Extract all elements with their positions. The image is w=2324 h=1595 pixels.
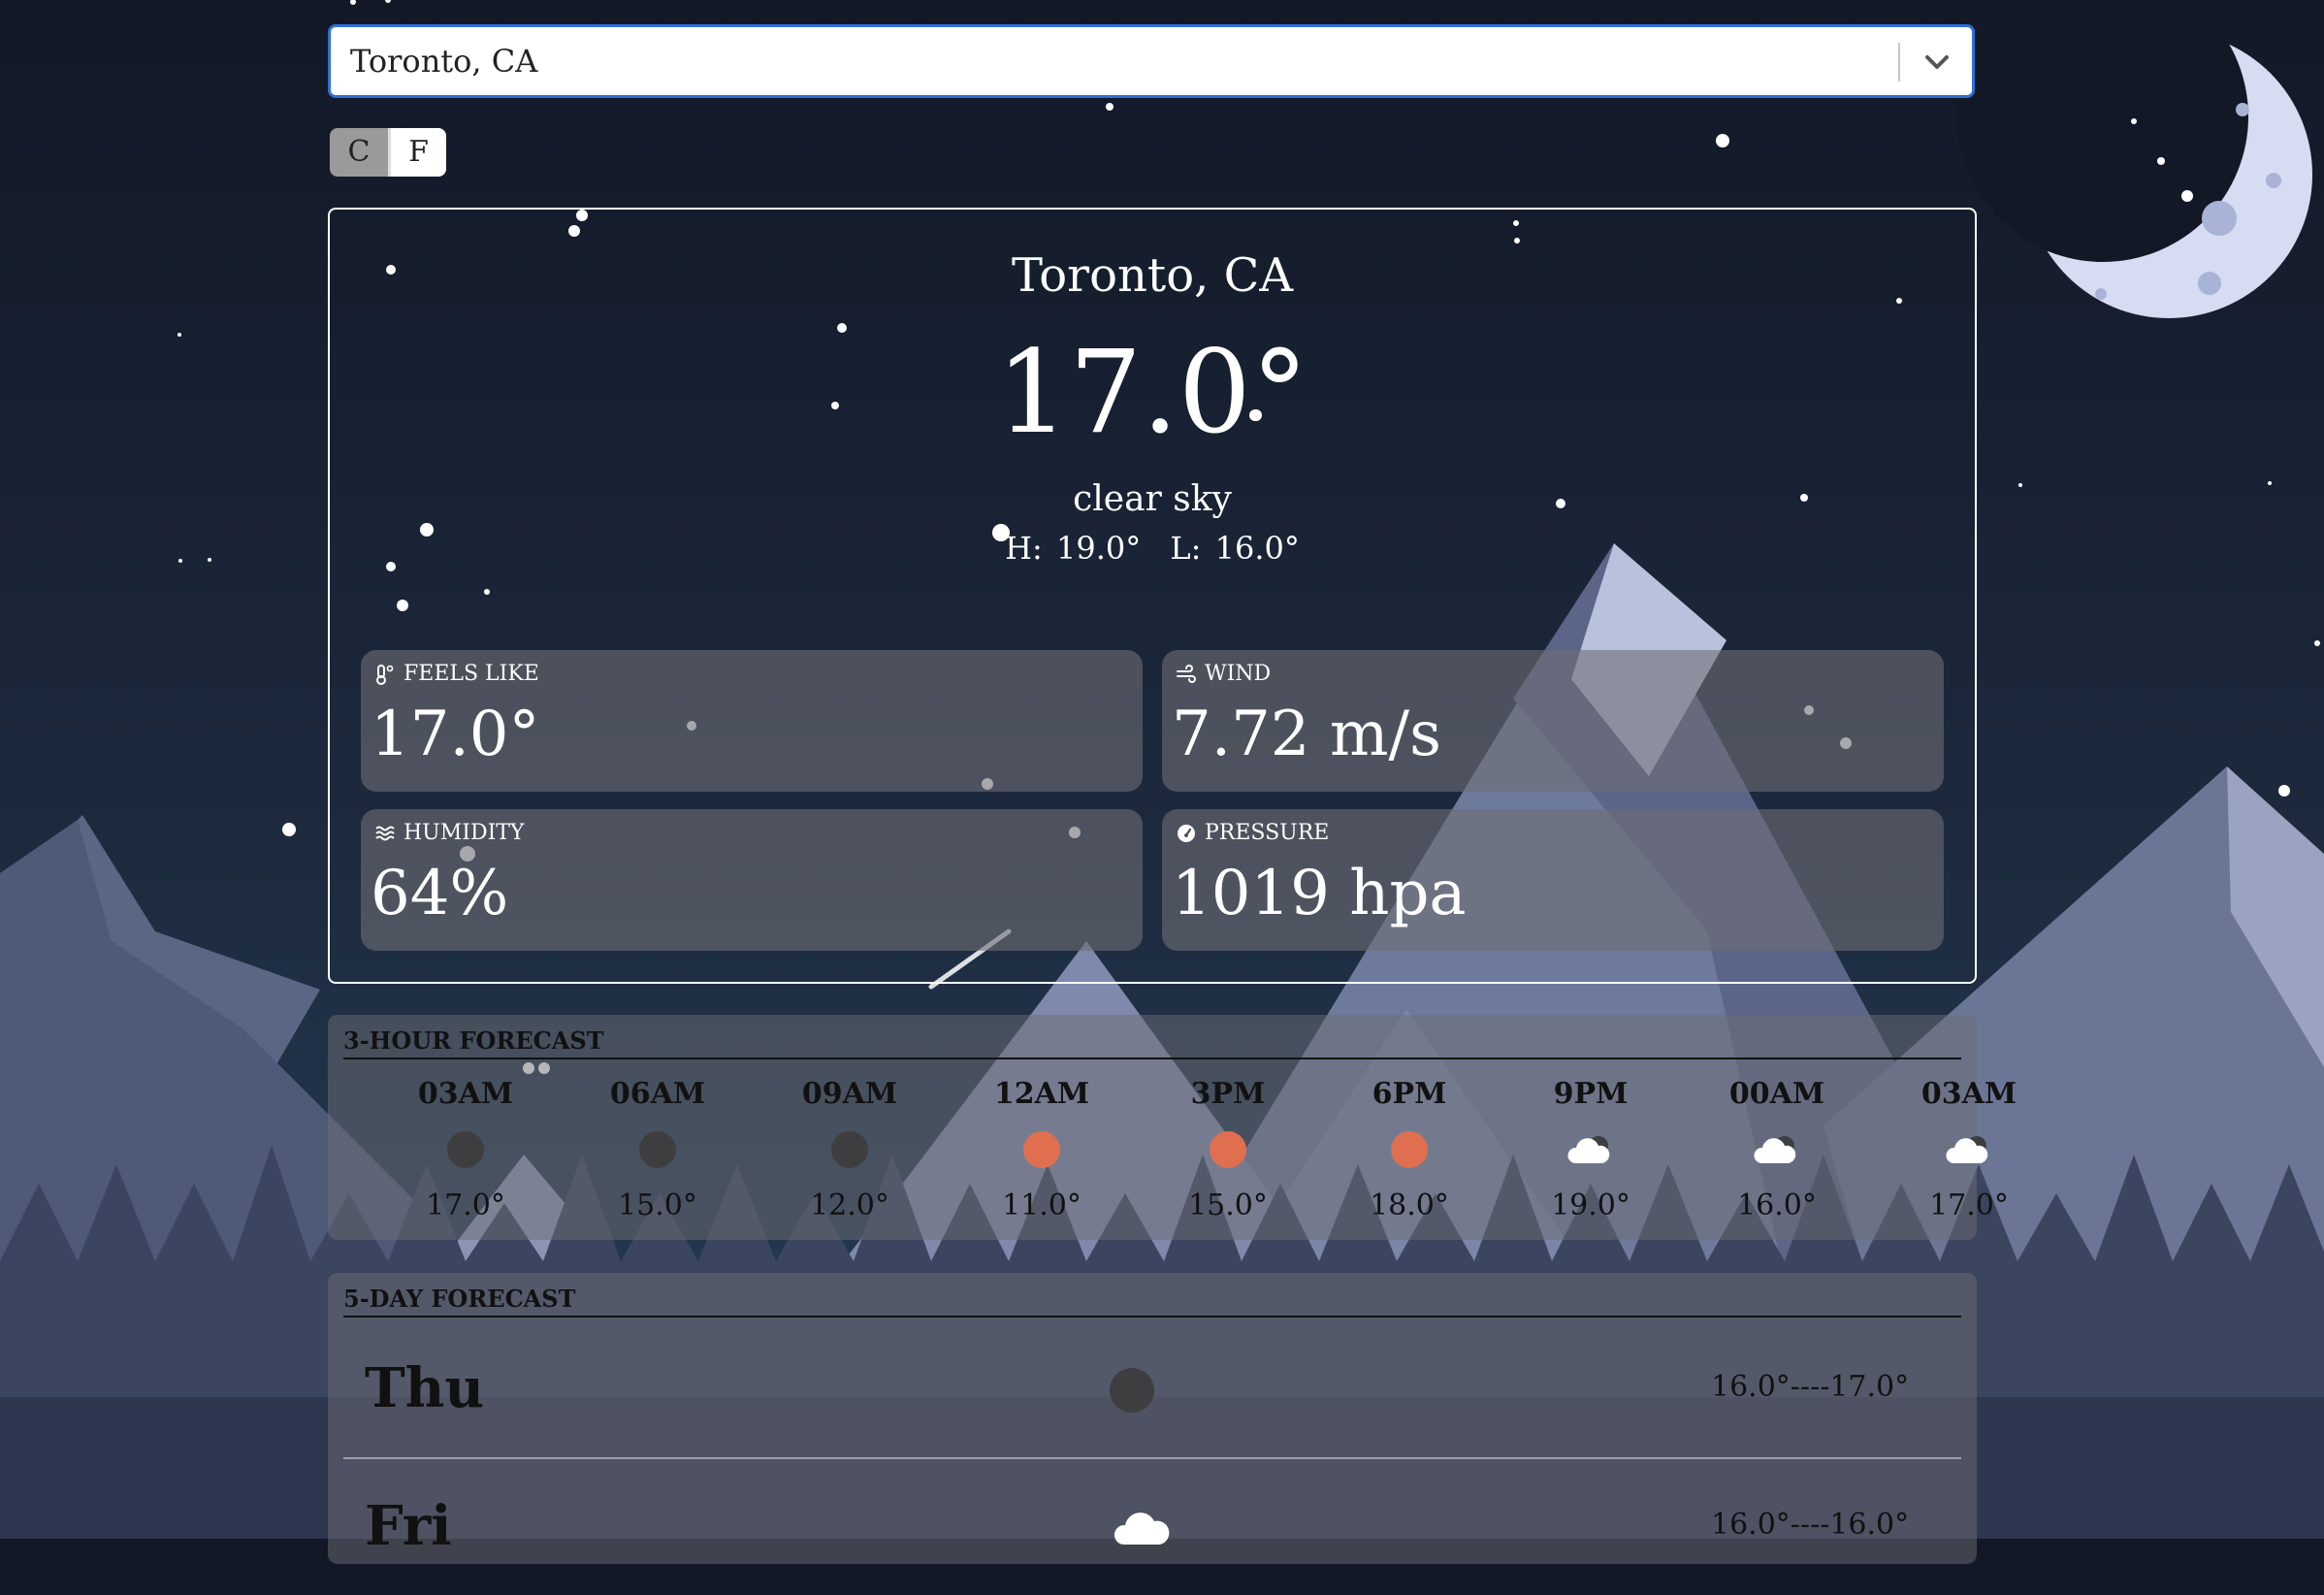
thermometer-icon <box>376 664 394 685</box>
feels-like-label: FEELS LIKE <box>403 662 539 686</box>
divider <box>343 1058 1961 1059</box>
hourly-temp: 16.0° <box>1737 1188 1817 1222</box>
moon-icon <box>782 1128 918 1171</box>
hourly-item: 00AM 16.0° <box>1709 1077 1845 1222</box>
high-low: H: 19.0° L: 16.0° <box>330 530 1975 567</box>
hourly-temp: 19.0° <box>1551 1188 1630 1222</box>
high-temperature: H: 19.0° <box>1005 530 1142 567</box>
hourly-forecast-panel: 3-HOUR FORECAST 03AM 17.0° 06AM 15.0° 09AM 12… <box>328 1015 2017 1240</box>
gauge-icon <box>1178 824 1195 842</box>
unit-toggle: C F <box>330 128 446 177</box>
hourly-time: 12AM <box>993 1077 1090 1111</box>
hourly-temp: 18.0° <box>1370 1188 1449 1222</box>
day-temp-range: 16.0°----16.0° <box>1711 1508 1910 1542</box>
hourly-item: 9PM 19.0° <box>1523 1077 1659 1222</box>
daily-row: Fri 16.0°----16.0° <box>343 1459 1961 1595</box>
current-weather-card: Toronto, CA 17.0° clear sky H: 19.0° L: … <box>328 208 1977 984</box>
hourly-time: 6PM <box>1372 1077 1447 1111</box>
hourly-forecast-title: 3-HOUR FORECAST <box>343 1026 604 1055</box>
sun-icon <box>1160 1128 1296 1171</box>
hourly-temp: 17.0° <box>426 1188 505 1222</box>
humidity-value: 64% <box>371 858 509 929</box>
hourly-item: 6PM 18.0° <box>1341 1077 1477 1222</box>
hourly-item: 3PM 15.0° <box>1160 1077 1296 1222</box>
select-separator <box>1898 43 1900 81</box>
hourly-item: 03AM 17.0° <box>1901 1077 2037 1222</box>
cloud-icon <box>1110 1506 1174 1554</box>
fahrenheit-button[interactable]: F <box>388 128 446 177</box>
hourly-item: 12AM 11.0° <box>974 1077 1110 1222</box>
low-temperature: L: 16.0° <box>1170 530 1300 567</box>
pressure-tile: PRESSURE 1019 hpa <box>1162 809 1944 951</box>
divider <box>343 1316 1961 1318</box>
humidity-tile: HUMIDITY 64% <box>361 809 1143 951</box>
chevron-down-icon[interactable] <box>1920 47 1954 78</box>
moon-icon <box>590 1128 726 1171</box>
hourly-time: 03AM <box>1921 1077 2017 1111</box>
sun-icon <box>974 1128 1110 1171</box>
moon-icon <box>398 1128 533 1171</box>
daily-row: Thu 16.0°----17.0° <box>343 1321 1961 1459</box>
pressure-value: 1019 hpa <box>1172 858 1467 929</box>
wind-label: WIND <box>1205 662 1272 686</box>
cloud-night-icon <box>1901 1128 2037 1171</box>
wind-icon <box>1177 664 1196 683</box>
cloud-night-icon <box>1709 1128 1845 1171</box>
location-select[interactable]: Toronto, CA <box>328 24 1975 98</box>
wind-value: 7.72 m/s <box>1172 699 1441 770</box>
hourly-time: 00AM <box>1728 1077 1825 1111</box>
hourly-temp: 15.0° <box>618 1188 697 1222</box>
day-name: Fri <box>365 1494 452 1558</box>
hourly-temp: 11.0° <box>1002 1188 1081 1222</box>
hourly-time: 9PM <box>1553 1077 1629 1111</box>
moon-icon <box>1110 1368 1154 1413</box>
feels-like-tile: FEELS LIKE 17.0° <box>361 650 1143 792</box>
hourly-temp: 17.0° <box>1929 1188 2009 1222</box>
wind-tile: WIND 7.72 m/s <box>1162 650 1944 792</box>
feels-like-value: 17.0° <box>371 699 540 770</box>
day-name: Thu <box>365 1356 485 1420</box>
pressure-label: PRESSURE <box>1205 821 1330 845</box>
current-city: Toronto, CA <box>1011 248 1294 303</box>
current-temperature: 17.0° <box>996 325 1308 459</box>
sun-icon <box>1341 1128 1477 1171</box>
hourly-temp: 12.0° <box>810 1188 889 1222</box>
day-temp-range: 16.0°----17.0° <box>1711 1370 1910 1404</box>
celsius-button[interactable]: C <box>330 128 388 177</box>
hourly-time: 06AM <box>609 1077 706 1111</box>
daily-forecast-panel: 5-DAY FORECAST Thu 16.0°----17.0° Fri 16… <box>328 1273 1977 1564</box>
hourly-time: 03AM <box>417 1077 514 1111</box>
humidity-label: HUMIDITY <box>403 821 525 845</box>
hourly-temp: 15.0° <box>1188 1188 1268 1222</box>
waves-icon <box>375 826 395 840</box>
daily-forecast-title: 5-DAY FORECAST <box>343 1285 576 1313</box>
hourly-time: 09AM <box>801 1077 898 1111</box>
hourly-item: 06AM 15.0° <box>590 1077 726 1222</box>
hourly-item: 03AM 17.0° <box>398 1077 533 1222</box>
weather-description: clear sky <box>1073 479 1232 519</box>
location-select-value: Toronto, CA <box>350 43 538 80</box>
hourly-item: 09AM 12.0° <box>782 1077 918 1222</box>
hourly-time: 3PM <box>1190 1077 1266 1111</box>
cloud-night-icon <box>1523 1128 1659 1171</box>
